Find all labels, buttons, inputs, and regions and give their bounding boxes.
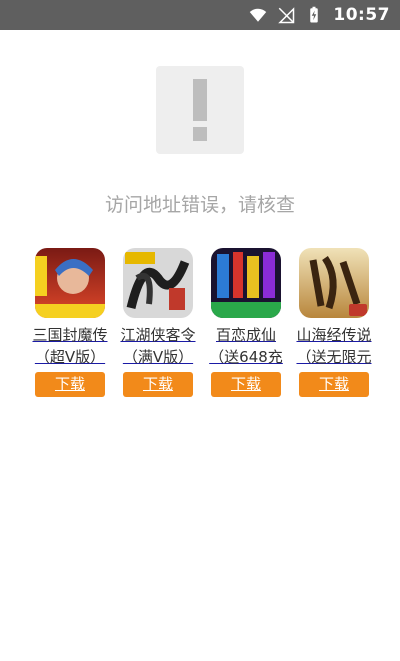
- status-bar: 10:57: [0, 0, 400, 30]
- app-name[interactable]: 山海经传说（送无限元: [290, 324, 378, 368]
- app-icon-shanhai[interactable]: [299, 248, 369, 318]
- status-time: 10:57: [333, 5, 390, 25]
- battery-charging-icon: [310, 6, 319, 23]
- error-placeholder: [156, 66, 244, 154]
- app-item: 三国封魔传（超V版） 下载: [26, 248, 114, 397]
- app-name[interactable]: 江湖侠客令（满V版）: [114, 324, 202, 368]
- no-signal-icon: [278, 7, 295, 24]
- app-item: 山海经传说（送无限元 下载: [290, 248, 378, 397]
- error-message: 访问地址错误，请核查: [104, 194, 295, 216]
- app-icon-jianghu[interactable]: [123, 248, 193, 318]
- download-button[interactable]: 下载: [123, 372, 193, 397]
- app-recommendations: 三国封魔传（超V版） 下载 江湖侠客令（满V版） 下载 百恋成仙（送648充 下…: [26, 248, 378, 397]
- download-button[interactable]: 下载: [211, 372, 281, 397]
- app-item: 江湖侠客令（满V版） 下载: [114, 248, 202, 397]
- exclamation-icon: [193, 79, 207, 141]
- download-button[interactable]: 下载: [299, 372, 369, 397]
- app-name[interactable]: 三国封魔传（超V版）: [26, 324, 114, 368]
- app-icon-sanguo[interactable]: [35, 248, 105, 318]
- app-icon-bailian[interactable]: [211, 248, 281, 318]
- wifi-icon: [250, 8, 267, 22]
- app-name[interactable]: 百恋成仙（送648充: [202, 324, 290, 368]
- download-button[interactable]: 下载: [35, 372, 105, 397]
- app-item: 百恋成仙（送648充 下载: [202, 248, 290, 397]
